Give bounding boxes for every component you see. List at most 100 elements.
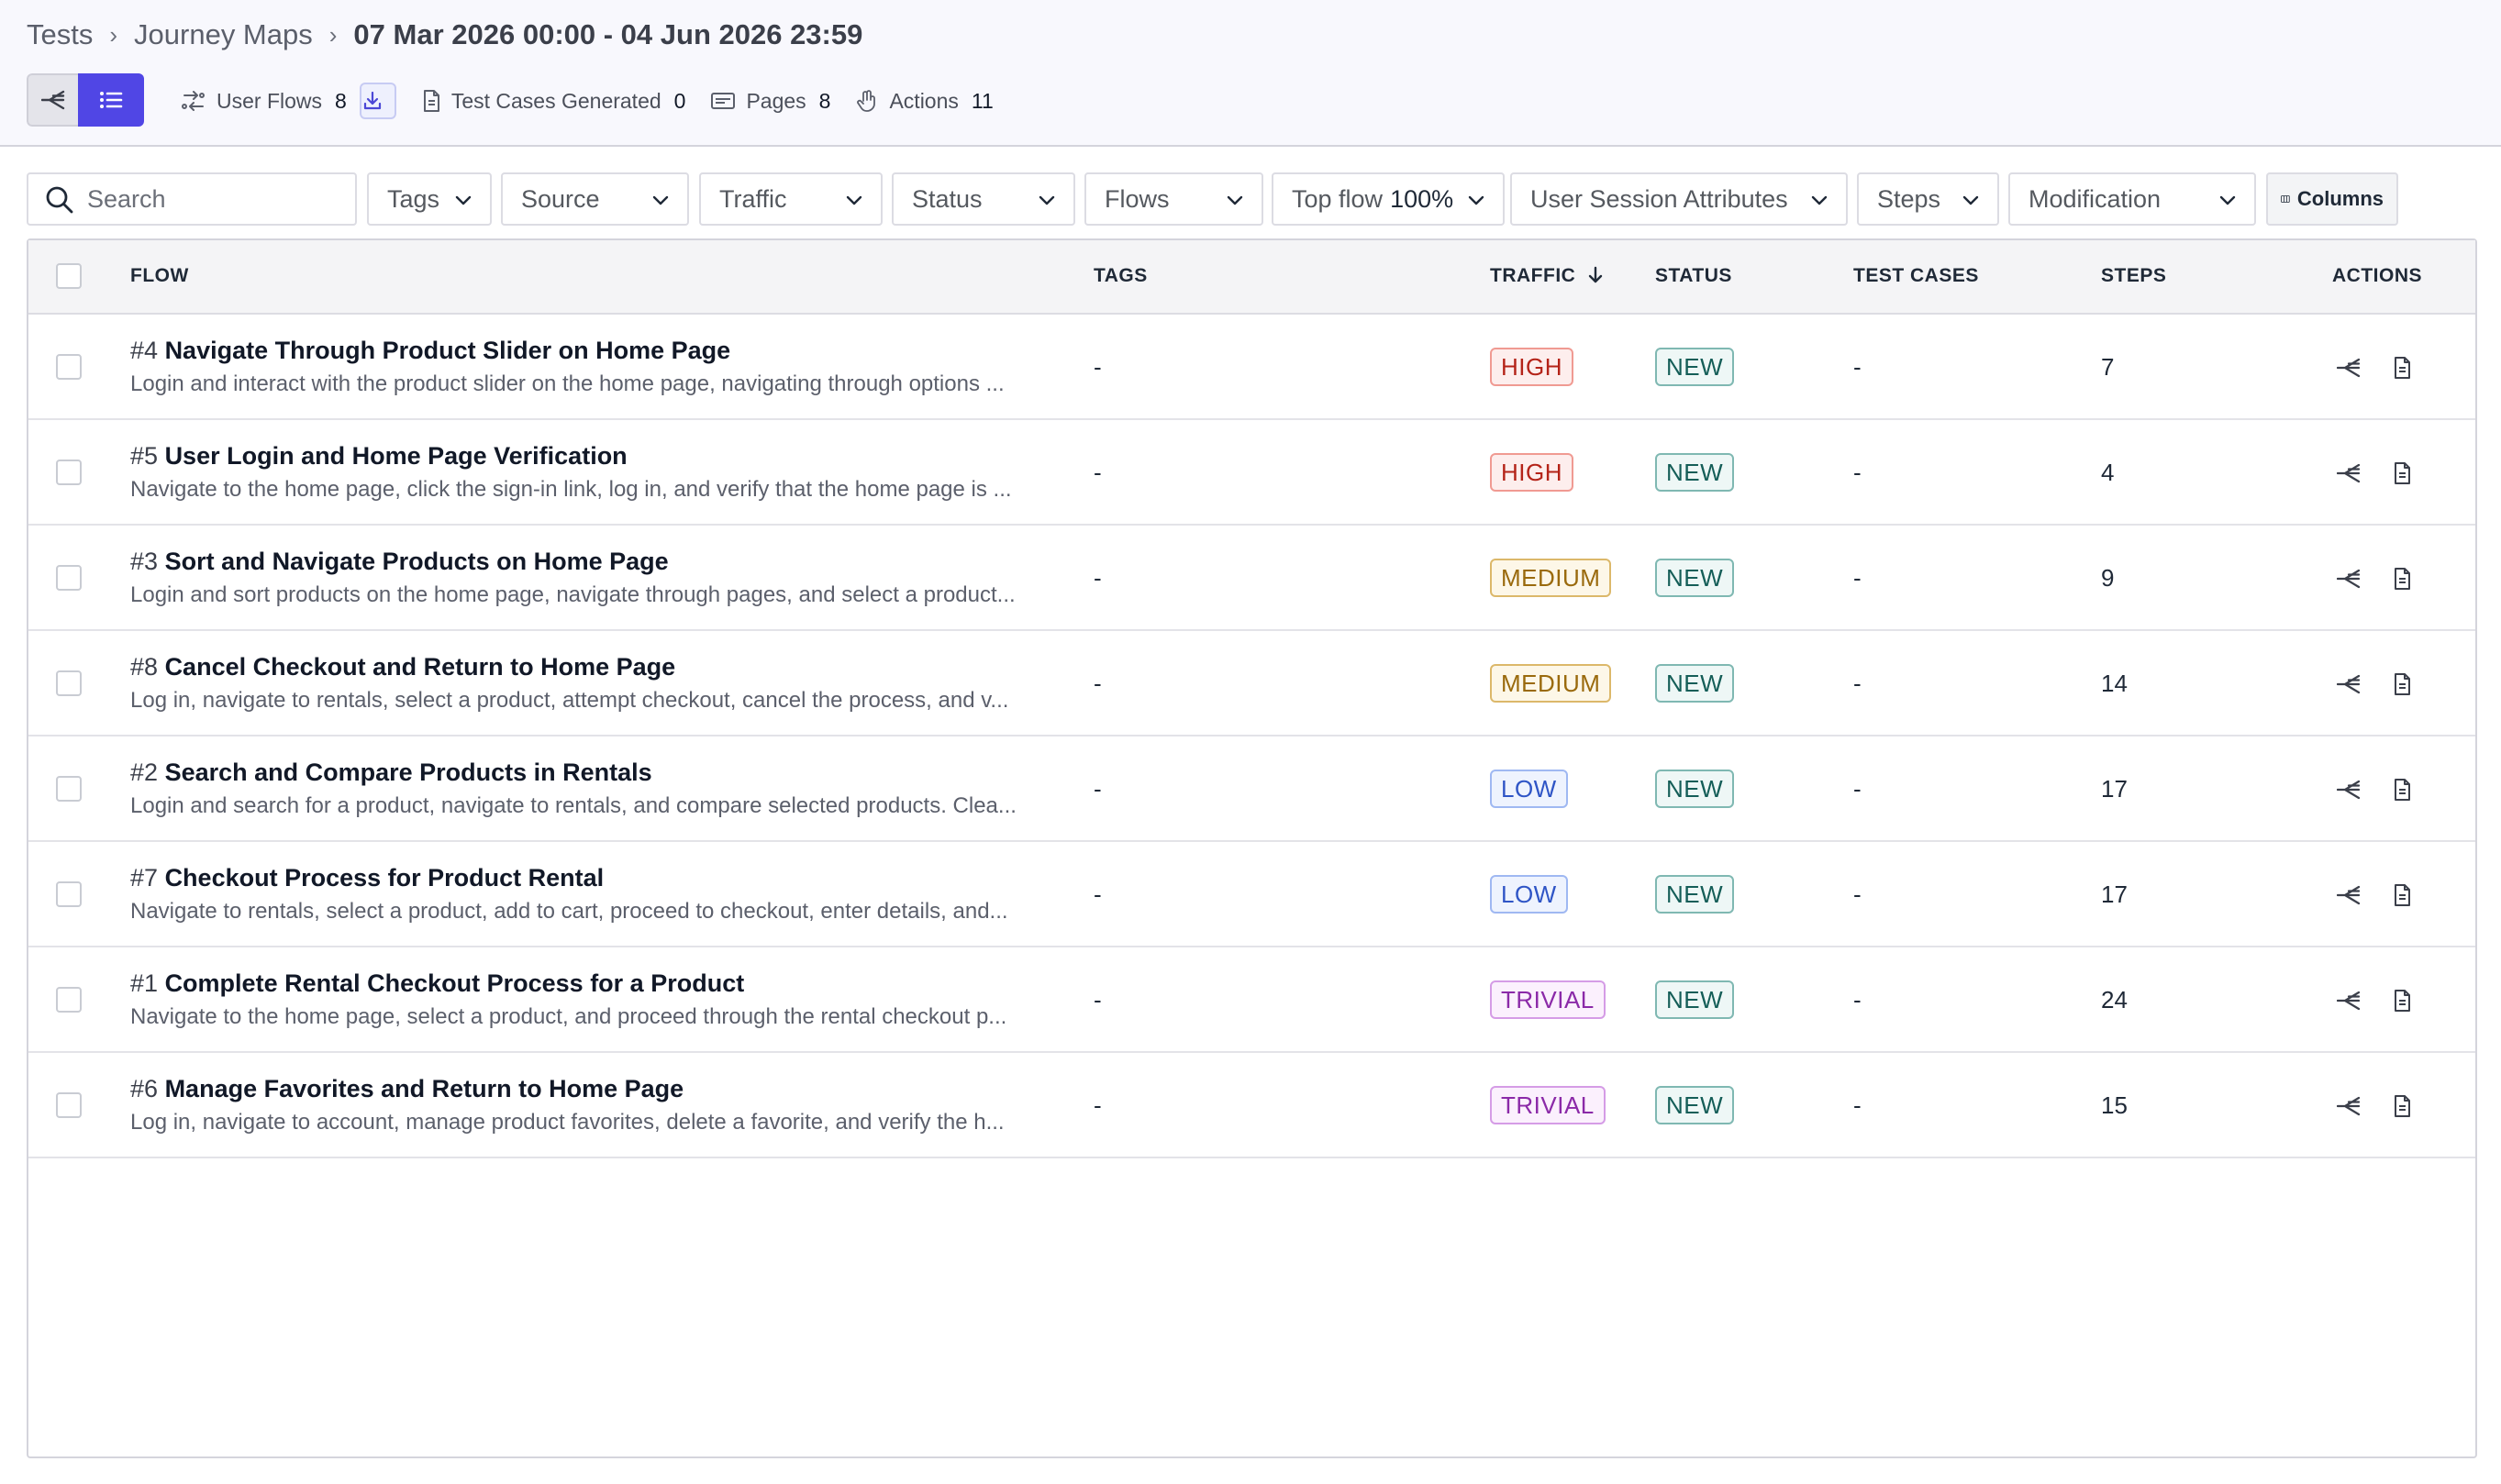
flow-description: Navigate to rentals, select a product, a… [130,899,1008,924]
list-view-button[interactable] [78,73,144,127]
flow-title[interactable]: #2 Search and Compare Products in Rental… [130,759,652,787]
status-badge: NEW [1655,453,1735,492]
view-flow-button[interactable] [2334,986,2363,1015]
download-button[interactable] [359,83,396,119]
table-row[interactable]: #6 Manage Favorites and Return to Home P… [28,1053,2475,1158]
table-row[interactable]: #3 Sort and Navigate Products on Home Pa… [28,526,2475,631]
columns-button[interactable]: Columns [2266,172,2398,226]
tags-filter-label: Tags [387,184,440,213]
source-filter[interactable]: Source [501,172,689,226]
flow-map-icon [2337,885,2361,905]
status-badge: NEW [1655,1086,1735,1124]
flow-title[interactable]: #6 Manage Favorites and Return to Home P… [130,1075,684,1103]
search-input[interactable]: Search [27,172,357,226]
flow-tags: - [1094,986,1102,1013]
document-icon [2395,990,2410,1012]
view-document-button[interactable] [2387,986,2417,1015]
view-flow-button[interactable] [2334,353,2363,382]
modification-filter[interactable]: Modification [2008,172,2256,226]
flows-filter-label: Flows [1105,184,1170,213]
flow-title[interactable]: #3 Sort and Navigate Products on Home Pa… [130,548,669,576]
steps-filter[interactable]: Steps [1857,172,1999,226]
table-row[interactable]: #8 Cancel Checkout and Return to Home Pa… [28,631,2475,736]
search-icon [46,186,73,214]
table-row[interactable]: #2 Search and Compare Products in Rental… [28,736,2475,842]
row-checkbox[interactable] [56,776,82,802]
view-flow-button[interactable] [2334,1091,2363,1121]
status-badge: NEW [1655,559,1735,597]
row-checkbox[interactable] [56,460,82,485]
header-traffic-label: TRAFFIC [1490,265,1576,286]
row-checkbox[interactable] [56,881,82,907]
row-checkbox[interactable] [56,1092,82,1118]
header-steps[interactable]: STEPS [2101,265,2166,287]
flow-steps: 15 [2101,1091,2128,1119]
flow-title-text: Sort and Navigate Products on Home Page [164,548,669,575]
flow-title[interactable]: #5 User Login and Home Page Verification [130,442,628,471]
view-document-button[interactable] [2387,670,2417,699]
breadcrumb-journey-maps[interactable]: Journey Maps [134,18,313,51]
flow-title[interactable]: #8 Cancel Checkout and Return to Home Pa… [130,653,675,681]
page-header: Tests › Journey Maps › 07 Mar 2026 00:00… [0,0,2501,147]
header-flow[interactable]: FLOW [130,265,189,287]
row-checkbox[interactable] [56,987,82,1013]
table-row[interactable]: #7 Checkout Process for Product Rental N… [28,842,2475,947]
view-document-button[interactable] [2387,459,2417,488]
flow-test-cases: - [1853,775,1862,803]
flow-tags: - [1094,1091,1102,1119]
flow-map-icon [2337,991,2361,1011]
flow-test-cases: - [1853,459,1862,486]
flow-steps: 24 [2101,986,2128,1013]
flow-steps: 7 [2101,353,2115,381]
view-flow-button[interactable] [2334,775,2363,804]
top-flow-filter-label: Top flow [1292,184,1384,213]
header-tags[interactable]: TAGS [1094,265,1148,287]
chevron-down-icon [2219,195,2236,205]
row-checkbox[interactable] [56,670,82,696]
view-document-button[interactable] [2387,564,2417,593]
flow-tags: - [1094,564,1102,592]
flow-title[interactable]: #4 Navigate Through Product Slider on Ho… [130,337,730,365]
view-flow-button[interactable] [2334,880,2363,910]
stat-user-flows: User Flows 8 [182,83,396,119]
select-all-checkbox[interactable] [56,263,82,289]
row-checkbox[interactable] [56,565,82,591]
user-session-attributes-filter[interactable]: User Session Attributes [1510,172,1848,226]
breadcrumb-tests[interactable]: Tests [27,18,93,51]
view-flow-button[interactable] [2334,670,2363,699]
view-flow-button[interactable] [2334,564,2363,593]
breadcrumb: Tests › Journey Maps › 07 Mar 2026 00:00… [27,17,862,53]
status-badge: NEW [1655,770,1735,808]
header-actions: ACTIONS [2332,265,2422,286]
status-badge: NEW [1655,875,1735,914]
view-document-button[interactable] [2387,880,2417,910]
flow-title[interactable]: #7 Checkout Process for Product Rental [130,864,604,892]
view-document-button[interactable] [2387,1091,2417,1121]
view-document-button[interactable] [2387,353,2417,382]
header-traffic[interactable]: TRAFFIC [1490,265,1604,287]
flow-view-button[interactable] [27,73,78,127]
flow-number: #8 [130,653,159,681]
flow-tags: - [1094,775,1102,803]
header-status[interactable]: STATUS [1655,265,1732,287]
columns-button-label: Columns [2296,187,2384,210]
flow-map-icon [2337,358,2361,378]
row-checkbox[interactable] [56,354,82,380]
top-flow-filter[interactable]: Top flow 100% [1272,172,1505,226]
chevron-down-icon [1227,195,1243,205]
traffic-filter[interactable]: Traffic [699,172,883,226]
table-row[interactable]: #1 Complete Rental Checkout Process for … [28,947,2475,1053]
stat-actions-value: 11 [971,88,994,113]
stat-test-cases-label: Test Cases Generated [450,88,661,113]
flow-title-text: Checkout Process for Product Rental [164,864,605,892]
table-row[interactable]: #4 Navigate Through Product Slider on Ho… [28,315,2475,420]
header-test-cases[interactable]: TEST CASES [1853,265,1979,287]
table-row[interactable]: #5 User Login and Home Page Verification… [28,420,2475,526]
flow-title[interactable]: #1 Complete Rental Checkout Process for … [130,969,744,998]
status-filter[interactable]: Status [892,172,1075,226]
flows-filter[interactable]: Flows [1084,172,1263,226]
view-document-button[interactable] [2387,775,2417,804]
tags-filter[interactable]: Tags [367,172,492,226]
document-icon [423,90,439,112]
view-flow-button[interactable] [2334,459,2363,488]
